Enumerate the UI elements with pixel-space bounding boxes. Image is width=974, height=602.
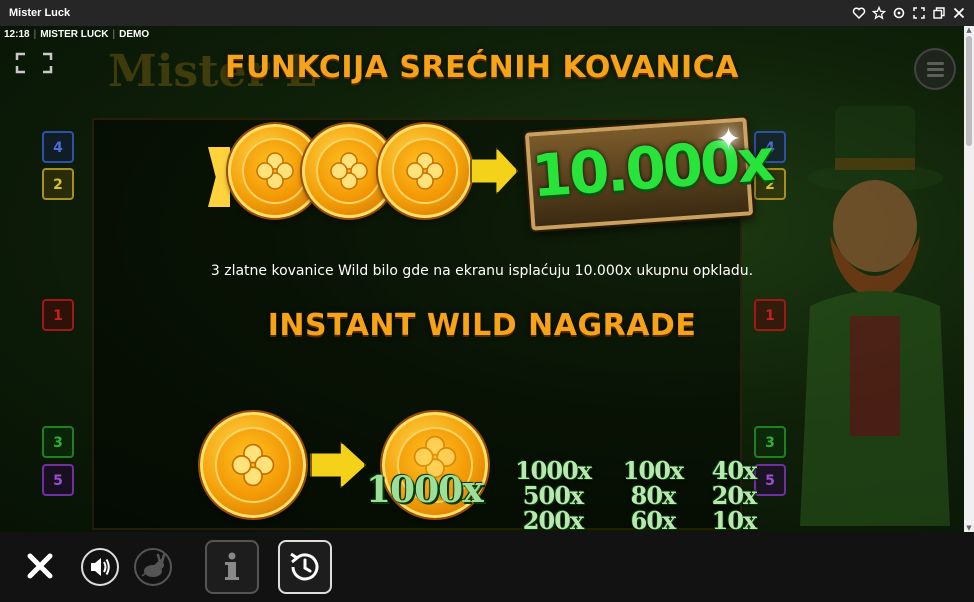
multiplier-value: 60x [630,506,677,532]
sound-button[interactable] [81,548,119,586]
section1-description: 3 zlatne kovanice Wild bilo gde na ekran… [210,263,754,279]
scroll-down-icon[interactable]: ▼ [965,524,973,532]
info-button[interactable] [205,540,259,594]
scroll-up-icon[interactable]: ▲ [965,26,973,34]
close-icon[interactable] [952,6,966,20]
section2-title: INSTANT WILD NAGRADE [267,308,697,343]
rabbit-icon [141,553,166,577]
payline-marker-left: 4 [42,131,74,163]
star-icon[interactable] [871,5,887,20]
heart-icon[interactable] [852,6,866,20]
payline-marker-right: 3 [754,426,786,458]
sound-icon [91,558,110,576]
window-titlebar: Mister Luck [0,0,974,26]
payline-marker-left: 5 [42,464,74,496]
history-button[interactable] [278,540,332,594]
wild-coin-icon [378,124,472,218]
multiplier-value: 40x [711,456,758,485]
clock: 12:18 [4,29,30,40]
restore-icon[interactable] [932,6,946,20]
coin-multiplier-label: 1000x [366,469,484,511]
section1-title: FUNKCIJA SREĆNIH KOVANICA [225,50,739,85]
info-icon [225,552,239,580]
payline-marker-left: 3 [42,426,74,458]
reload-icon[interactable] [892,6,906,20]
scrollbar-thumb[interactable] [966,36,972,146]
multiplier-value: 500x [522,481,584,510]
history-icon [290,552,319,581]
game-status: 12:18 | MISTER LUCK | DEMO [4,29,150,40]
game-name: MISTER LUCK [40,29,109,40]
multiplier-value: 10x [711,506,758,532]
window-title: Mister Luck [9,7,71,19]
wild-coin-icon [200,412,306,518]
multiplier-value: 1000x [514,456,592,485]
close-paytable-button[interactable] [26,552,54,580]
payline-marker-left: 2 [42,168,74,200]
leprechaun-character [800,106,950,526]
game-canvas: Mister L 4 2 1 3 5 4 2 1 3 5 12:18 | MISTE… [0,26,964,532]
multiplier-value: 200x [522,506,584,532]
multiplier-value: 20x [711,481,758,510]
turbo-button[interactable] [134,548,172,586]
maximize-icon[interactable] [912,6,926,20]
mode-label: DEMO [119,29,150,40]
multiplier-value: 80x [630,481,677,510]
vertical-scrollbar[interactable]: ▲ ▼ [964,26,974,532]
bottom-control-bar [0,532,974,602]
window-controls [852,5,966,20]
sparkle-icon: ✦ [716,122,742,157]
multiplier-value: 100x [622,456,684,485]
